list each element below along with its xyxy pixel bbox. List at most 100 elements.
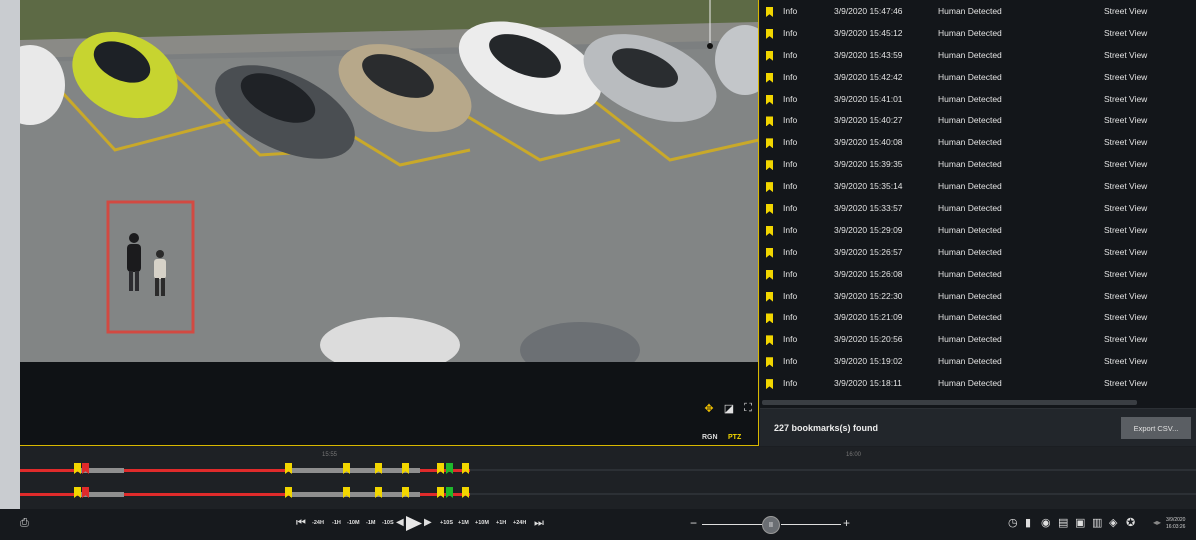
skip-start-icon[interactable]: ⏮ bbox=[296, 516, 306, 530]
skip-forward-10m[interactable]: +10M bbox=[475, 520, 489, 526]
skip-back-24h[interactable]: -24H bbox=[312, 520, 324, 526]
export-clip-icon[interactable]: ⎙ bbox=[20, 516, 29, 530]
skip-back-1h[interactable]: -1H bbox=[332, 520, 341, 526]
bookmark-row[interactable]: Info 3/9/2020 15:18:11 Human Detected Stree… bbox=[760, 373, 1196, 395]
step-back-icon[interactable]: ◀ bbox=[396, 516, 404, 530]
camera-view[interactable]: ✥ ◪ ⛶ RGN PTZ bbox=[20, 0, 759, 446]
bookmark-row[interactable]: Info 3/9/2020 15:26:57 Human Detected Stree… bbox=[760, 242, 1196, 264]
export-csv-button[interactable]: Export CSV... bbox=[1121, 417, 1191, 439]
skip-back-1m[interactable]: -1M bbox=[366, 520, 375, 526]
bookmark-event: Human Detected bbox=[938, 290, 1002, 301]
bookmark-row[interactable]: Info 3/9/2020 15:26:08 Human Detected Stree… bbox=[760, 264, 1196, 286]
bookmark-event: Human Detected bbox=[938, 246, 1002, 257]
skip-forward-10s[interactable]: +10S bbox=[440, 520, 453, 526]
bookmark-row[interactable]: Info 3/9/2020 15:47:46 Human Detected Stree… bbox=[760, 1, 1196, 23]
ptz-button[interactable]: PTZ bbox=[728, 434, 741, 441]
play-button[interactable] bbox=[406, 516, 422, 531]
bookmark-flag-icon bbox=[766, 182, 773, 193]
rgn-button[interactable]: RGN bbox=[702, 434, 718, 441]
bookmark-row[interactable]: Info 3/9/2020 15:40:27 Human Detected Stree… bbox=[760, 110, 1196, 132]
bookmark-level: Info bbox=[783, 246, 798, 257]
bookmark-datetime: 3/9/2020 15:39:35 bbox=[834, 159, 903, 170]
bookmark-row[interactable]: Info 3/9/2020 15:21:09 Human Detected Stree… bbox=[760, 307, 1196, 329]
bookmark-scrollbar[interactable] bbox=[762, 400, 1137, 405]
skip-back-10s[interactable]: -10S bbox=[382, 520, 394, 526]
bookmark-flag-icon bbox=[766, 313, 773, 324]
bookmark-camera: Street View bbox=[1104, 181, 1148, 192]
bookmark-camera: Street View bbox=[1104, 246, 1148, 257]
bookmark-camera: Street View bbox=[1104, 137, 1148, 148]
timeline-bookmark-marker bbox=[437, 463, 444, 474]
zoom-slider-track-left[interactable] bbox=[702, 524, 762, 525]
bookmark-row[interactable]: Info 3/9/2020 15:33:57 Human Detected Stree… bbox=[760, 198, 1196, 220]
bookmark-row[interactable]: Info 3/9/2020 15:45:12 Human Detected Stree… bbox=[760, 23, 1196, 45]
bookmark-camera: Street View bbox=[1104, 49, 1148, 60]
bookmark-datetime: 3/9/2020 15:18:11 bbox=[834, 378, 902, 389]
export-video-icon[interactable]: ▣ bbox=[1075, 516, 1085, 530]
bookmark-event: Human Detected bbox=[938, 224, 1002, 235]
pause-button[interactable]: II bbox=[762, 516, 780, 534]
motion-segment bbox=[290, 468, 420, 473]
timeline-bookmark-marker bbox=[285, 487, 292, 498]
bookmark-flag-icon bbox=[766, 94, 773, 105]
zoom-slider-track-right[interactable] bbox=[781, 524, 841, 525]
timeline-bookmark-marker bbox=[285, 463, 292, 474]
bookmarks-footer: 227 bookmarks(s) found Export CSV... bbox=[760, 408, 1196, 446]
bookmark-row[interactable]: Info 3/9/2020 15:22:30 Human Detected Stree… bbox=[760, 286, 1196, 308]
bookmark-camera: Street View bbox=[1104, 378, 1148, 389]
timeline[interactable]: 15:55 16:00 bbox=[20, 447, 1196, 509]
bookmark-level: Info bbox=[783, 268, 798, 279]
bookmark-row[interactable]: Info 3/9/2020 15:29:09 Human Detected Stree… bbox=[760, 220, 1196, 242]
bookmark-level: Info bbox=[783, 49, 798, 60]
bookmark-row[interactable]: Info 3/9/2020 15:40:08 Human Detected Stree… bbox=[760, 132, 1196, 154]
step-forward-icon[interactable]: ▶ bbox=[424, 516, 432, 530]
skip-forward-1h[interactable]: +1H bbox=[496, 520, 506, 526]
bookmark-row[interactable]: Info 3/9/2020 15:43:59 Human Detected Stree… bbox=[760, 45, 1196, 67]
bookmark-row[interactable]: Info 3/9/2020 15:39:35 Human Detected Stree… bbox=[760, 154, 1196, 176]
skip-end-icon[interactable]: ⏭ bbox=[534, 516, 544, 530]
skip-forward-1m[interactable]: +1M bbox=[458, 520, 469, 526]
clock-time: 16:03:26 bbox=[1166, 524, 1186, 530]
camera-snapshot-icon[interactable]: ◉ bbox=[1041, 516, 1051, 530]
clock-date: 3/9/2020 bbox=[1166, 517, 1186, 523]
bookmark-camera: Street View bbox=[1104, 334, 1148, 345]
bookmark-camera: Street View bbox=[1104, 356, 1148, 367]
archive-icon[interactable]: ▤ bbox=[1058, 516, 1068, 530]
delete-icon[interactable]: ▥ bbox=[1092, 516, 1102, 530]
camera-tools: ✥ ◪ ⛶ RGN PTZ bbox=[702, 401, 756, 442]
bookmark-row[interactable]: Info 3/9/2020 15:35:14 Human Detected Stree… bbox=[760, 176, 1196, 198]
bookmark-event: Human Detected bbox=[938, 27, 1002, 38]
bookmark-flag-icon bbox=[766, 7, 773, 17]
fisheye-icon[interactable]: ⛶ bbox=[741, 401, 755, 415]
timeline-track-2[interactable] bbox=[20, 487, 1196, 501]
bookmark-event: Human Detected bbox=[938, 159, 1002, 170]
clock-icon[interactable]: ◷ bbox=[1008, 516, 1018, 530]
timeline-bookmark-marker bbox=[462, 463, 469, 474]
skip-back-10m[interactable]: -10M bbox=[347, 520, 360, 526]
bookmark-icon[interactable]: ▮ bbox=[1025, 516, 1031, 530]
bookmark-row[interactable]: Info 3/9/2020 15:19:02 Human Detected Stree… bbox=[760, 351, 1196, 373]
timeline-track-1[interactable] bbox=[20, 463, 1196, 477]
motion-segment bbox=[290, 492, 420, 497]
timeline-bookmark-marker bbox=[74, 463, 81, 474]
bookmark-datetime: 3/9/2020 15:19:02 bbox=[834, 356, 903, 367]
expand-icon[interactable]: ◂▸ bbox=[1153, 516, 1161, 530]
bookmark-row[interactable]: Info 3/9/2020 15:20:56 Human Detected Stree… bbox=[760, 329, 1196, 351]
bookmark-level: Info bbox=[783, 71, 798, 82]
bookmark-flag-icon bbox=[766, 335, 773, 346]
bookmark-row[interactable]: Info 3/9/2020 15:41:01 Human Detected Stree… bbox=[760, 89, 1196, 111]
skip-forward-24h[interactable]: +24H bbox=[513, 520, 526, 526]
timeline-bookmark-marker bbox=[446, 487, 453, 498]
zoom-in-button[interactable]: + bbox=[843, 516, 850, 530]
zoom-out-button[interactable]: − bbox=[690, 516, 697, 530]
bookmark-datetime: 3/9/2020 15:21:09 bbox=[834, 312, 903, 323]
timeline-bookmark-marker bbox=[446, 463, 453, 474]
bookmark-event: Human Detected bbox=[938, 268, 1002, 279]
protect-icon[interactable]: ◈ bbox=[1109, 516, 1117, 530]
bookmark-flag-icon bbox=[766, 204, 773, 215]
move-arrows-icon[interactable]: ✥ bbox=[702, 401, 716, 415]
image-adjust-icon[interactable]: ◪ bbox=[722, 401, 736, 415]
help-icon[interactable]: ✪ bbox=[1126, 516, 1135, 530]
bookmark-camera: Street View bbox=[1104, 159, 1148, 170]
bookmark-row[interactable]: Info 3/9/2020 15:42:42 Human Detected Stree… bbox=[760, 67, 1196, 89]
